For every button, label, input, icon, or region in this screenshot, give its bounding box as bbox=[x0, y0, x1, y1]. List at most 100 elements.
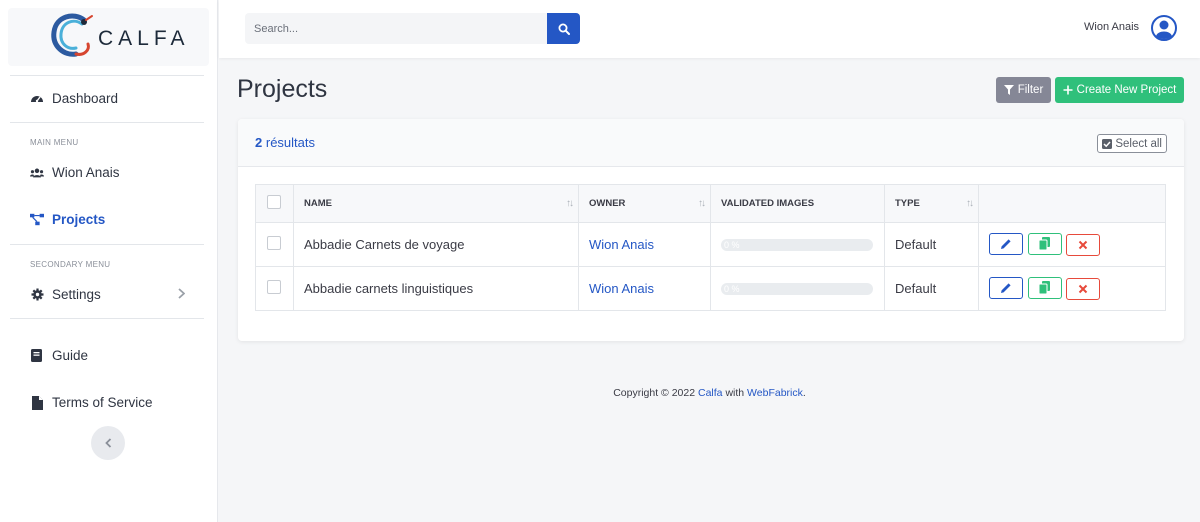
header-checkbox-cell bbox=[255, 184, 294, 223]
pencil-icon bbox=[1001, 239, 1011, 250]
column-header-owner[interactable]: OWNER ↑↓ bbox=[578, 184, 711, 223]
sidebar-item-label: Terms of Service bbox=[52, 395, 153, 410]
projects-table: NAME ↑↓ OWNER ↑↓ VALIDATED IMAGES TYPE ↑↓ A… bbox=[255, 184, 1166, 311]
plus-icon bbox=[1063, 85, 1073, 95]
table-row: Abbadie Carnets de voyage Wion Anais 0 %… bbox=[255, 222, 1166, 267]
progress-label: 0 % bbox=[724, 239, 740, 250]
chevron-right-icon bbox=[178, 288, 186, 302]
dashboard-gauge-icon bbox=[30, 92, 44, 106]
main-menu-heading: MAIN MENU bbox=[30, 138, 79, 147]
table-header-row: NAME ↑↓ OWNER ↑↓ VALIDATED IMAGES TYPE ↑↓ bbox=[255, 184, 1166, 223]
calfa-link[interactable]: Calfa bbox=[698, 387, 723, 399]
brand-logo[interactable]: CALFA bbox=[8, 8, 209, 66]
column-header-label: OWNER bbox=[589, 198, 626, 209]
project-type: Default bbox=[884, 222, 979, 267]
delete-button[interactable] bbox=[1066, 234, 1101, 257]
footer-with-text: with bbox=[725, 387, 745, 399]
select-all-button[interactable]: Select all bbox=[1097, 134, 1167, 153]
duplicate-button[interactable] bbox=[1027, 232, 1062, 255]
user-avatar-icon[interactable] bbox=[1151, 15, 1177, 41]
create-project-label: Create New Project bbox=[1076, 84, 1177, 96]
sidebar-item-label: Guide bbox=[52, 348, 89, 363]
check-square-icon bbox=[1102, 138, 1113, 149]
owner-cell: Wion Anais bbox=[578, 266, 711, 311]
row-checkbox-cell bbox=[255, 266, 294, 311]
column-header-actions bbox=[978, 184, 1166, 223]
validated-progress-bar: 0 % bbox=[721, 238, 873, 251]
close-icon bbox=[1079, 285, 1088, 294]
copy-icon bbox=[1039, 237, 1051, 251]
search-button[interactable] bbox=[547, 13, 580, 44]
search-icon bbox=[558, 23, 570, 35]
validated-images-cell: 0 % bbox=[710, 266, 885, 311]
results-count: 2 résultats bbox=[255, 135, 315, 150]
secondary-menu-heading: SECONDARY MENU bbox=[30, 260, 111, 269]
sidebar-divider bbox=[10, 122, 204, 123]
progress-label: 0 % bbox=[724, 283, 740, 294]
column-header-type[interactable]: TYPE ↑↓ bbox=[884, 184, 979, 223]
column-header-validated-images: VALIDATED IMAGES bbox=[710, 184, 885, 223]
footer: Copyright © 2022 Calfa with WebFabrick. bbox=[219, 387, 1200, 399]
sidebar-item-projects[interactable]: Projects bbox=[30, 212, 105, 227]
edit-button[interactable] bbox=[989, 277, 1023, 300]
calfa-logo-icon bbox=[51, 13, 93, 57]
select-all-label: Select all bbox=[1115, 137, 1162, 150]
column-header-label: NAME bbox=[304, 198, 332, 209]
actions-cell bbox=[978, 266, 1166, 311]
results-label: résultats bbox=[265, 135, 315, 150]
webfabrick-link[interactable]: WebFabrick bbox=[747, 387, 803, 399]
project-name[interactable]: Abbadie Carnets de voyage bbox=[293, 222, 579, 267]
copyright-text: Copyright © 2022 bbox=[613, 387, 696, 399]
sidebar-item-guide[interactable]: Guide bbox=[30, 348, 88, 363]
sidebar-item-settings[interactable]: Settings bbox=[30, 287, 101, 302]
duplicate-button[interactable] bbox=[1027, 276, 1062, 299]
project-type: Default bbox=[884, 266, 979, 311]
validated-images-cell: 0 % bbox=[710, 222, 885, 267]
validated-progress-bar: 0 % bbox=[721, 282, 873, 295]
owner-link[interactable]: Wion Anais bbox=[589, 281, 654, 296]
sidebar-divider bbox=[10, 318, 204, 319]
book-icon bbox=[30, 349, 44, 363]
sidebar: CALFA Dashboard MAIN MENU Wion Anais Pro… bbox=[0, 0, 218, 522]
sidebar-item-label: Settings bbox=[52, 287, 101, 302]
card-header: 2 résultats Select all bbox=[238, 119, 1184, 167]
row-checkbox[interactable] bbox=[267, 236, 281, 250]
filter-button-label: Filter bbox=[1017, 84, 1044, 96]
filter-button[interactable]: Filter bbox=[996, 77, 1051, 103]
owner-cell: Wion Anais bbox=[578, 222, 711, 267]
project-name[interactable]: Abbadie carnets linguistiques bbox=[293, 266, 579, 311]
results-number: 2 bbox=[255, 135, 263, 150]
delete-button[interactable] bbox=[1066, 278, 1101, 301]
close-icon bbox=[1079, 241, 1088, 250]
sidebar-divider bbox=[10, 244, 204, 245]
search-input[interactable] bbox=[245, 13, 548, 44]
column-header-label: VALIDATED IMAGES bbox=[721, 198, 815, 209]
sidebar-item-label: Dashboard bbox=[52, 91, 119, 106]
sort-icon: ↑↓ bbox=[698, 198, 706, 209]
edit-button[interactable] bbox=[989, 233, 1023, 256]
sidebar-item-label: Projects bbox=[52, 212, 106, 227]
actions-cell bbox=[978, 222, 1166, 267]
pencil-icon bbox=[1001, 283, 1011, 294]
sort-icon: ↑↓ bbox=[566, 198, 574, 209]
row-checkbox[interactable] bbox=[267, 280, 281, 294]
sidebar-item-dashboard[interactable]: Dashboard bbox=[30, 91, 118, 106]
filter-icon bbox=[1003, 85, 1014, 95]
sidebar-collapse-button[interactable] bbox=[91, 426, 125, 460]
sidebar-item-terms[interactable]: Terms of Service bbox=[30, 395, 153, 410]
sidebar-item-user[interactable]: Wion Anais bbox=[30, 165, 120, 180]
file-icon bbox=[30, 395, 44, 410]
column-header-label: TYPE bbox=[895, 198, 920, 209]
column-header-name[interactable]: NAME ↑↓ bbox=[293, 184, 579, 223]
owner-link[interactable]: Wion Anais bbox=[589, 237, 654, 252]
user-name[interactable]: Wion Anais bbox=[1084, 21, 1139, 33]
copy-icon bbox=[1039, 281, 1051, 295]
chevron-left-icon bbox=[104, 438, 111, 448]
select-all-checkbox[interactable] bbox=[267, 195, 281, 209]
projects-card: 2 résultats Select all NAME ↑↓ OWNER ↑↓ VA… bbox=[238, 119, 1184, 341]
page-title: Projects bbox=[237, 75, 328, 103]
create-project-button[interactable]: Create New Project bbox=[1055, 77, 1184, 103]
sort-icon: ↑↓ bbox=[966, 198, 974, 209]
footer-suffix: . bbox=[802, 387, 806, 399]
row-checkbox-cell bbox=[255, 222, 294, 267]
